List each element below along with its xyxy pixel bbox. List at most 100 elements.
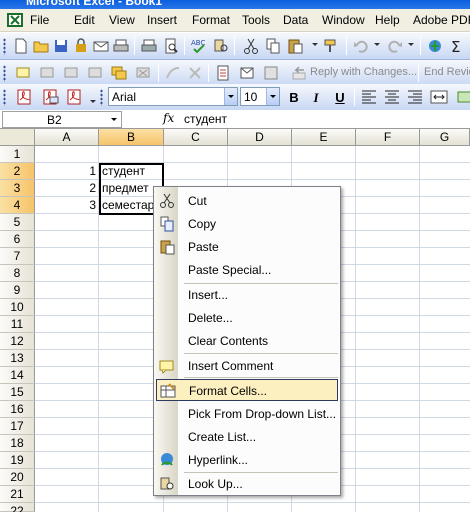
toolbar-grip[interactable]	[3, 38, 6, 55]
menu-data[interactable]: Data	[283, 13, 308, 27]
redo-dropdown-arrow[interactable]	[408, 43, 414, 46]
column-header-d[interactable]: D	[228, 129, 292, 146]
chevron-down-icon[interactable]	[266, 88, 279, 105]
new-comment-icon[interactable]	[14, 64, 32, 82]
cell-a4[interactable]: 3	[35, 197, 99, 214]
paste-dropdown-arrow[interactable]	[312, 43, 318, 46]
chevron-down-icon[interactable]	[107, 112, 121, 127]
insert-hyperlink-icon[interactable]	[426, 37, 444, 55]
menu-item-look-up[interactable]: Look Up...	[156, 473, 338, 495]
toolbar-grip[interactable]	[3, 89, 6, 106]
row-header-22[interactable]: 22	[0, 503, 35, 512]
reply-with-changes-icon[interactable]	[290, 64, 308, 82]
menu-item-paste-special[interactable]: Paste Special...	[156, 259, 338, 281]
row-header-3[interactable]: 3	[0, 180, 35, 197]
row-header-7[interactable]: 7	[0, 248, 35, 265]
paste-icon[interactable]	[286, 37, 304, 55]
end-review-button[interactable]: End Review	[424, 66, 470, 78]
menu-window[interactable]: Window	[322, 13, 365, 27]
row-header-13[interactable]: 13	[0, 350, 35, 367]
column-header-c[interactable]: C	[164, 129, 228, 146]
toolbar-options-arrow[interactable]	[90, 100, 96, 103]
menu-item-create-list[interactable]: Create List...	[156, 426, 338, 448]
spelling-icon[interactable]: ABC	[190, 37, 208, 55]
column-header-g[interactable]: G	[420, 129, 470, 146]
format-painter-icon[interactable]	[322, 37, 340, 55]
permission-icon[interactable]	[72, 37, 90, 55]
chevron-down-icon[interactable]	[224, 88, 237, 105]
track-changes-icon[interactable]	[164, 64, 182, 82]
previous-comment-icon[interactable]	[38, 64, 56, 82]
row-header-19[interactable]: 19	[0, 452, 35, 469]
new-document-icon[interactable]	[12, 37, 30, 55]
menu-file[interactable]: File	[30, 13, 49, 27]
excel-app-icon[interactable]	[6, 12, 24, 28]
copy-icon[interactable]	[264, 37, 282, 55]
row-header-14[interactable]: 14	[0, 367, 35, 384]
open-folder-icon[interactable]	[32, 37, 50, 55]
column-header-e[interactable]: E	[292, 129, 356, 146]
toolbar-grip[interactable]	[3, 65, 6, 82]
undo-icon[interactable]	[352, 37, 370, 55]
font-size-combo[interactable]: 10	[240, 87, 280, 106]
menu-item-cut[interactable]: Cut	[156, 190, 338, 212]
row-header-8[interactable]: 8	[0, 265, 35, 282]
autosum-icon[interactable]: Σ	[448, 37, 466, 55]
select-all-button[interactable]	[0, 129, 35, 146]
menu-insert[interactable]: Insert	[147, 13, 177, 27]
toolbar-grip[interactable]	[100, 89, 103, 106]
row-header-18[interactable]: 18	[0, 435, 35, 452]
pdf-email-icon[interactable]	[41, 88, 59, 106]
merge-and-center-icon[interactable]	[430, 88, 448, 106]
name-box[interactable]: B2	[2, 111, 122, 128]
row-header-21[interactable]: 21	[0, 486, 35, 503]
menu-view[interactable]: View	[109, 13, 135, 27]
row-header-9[interactable]: 9	[0, 282, 35, 299]
italic-button[interactable]: I	[306, 88, 326, 107]
row-header-17[interactable]: 17	[0, 418, 35, 435]
menu-item-paste[interactable]: Paste	[156, 236, 338, 258]
print-setup-icon[interactable]	[112, 37, 130, 55]
underline-button[interactable]: U	[330, 88, 350, 107]
column-header-b[interactable]: B	[99, 129, 164, 146]
menu-item-hyperlink[interactable]: Hyperlink...	[156, 449, 338, 471]
column-header-f[interactable]: F	[356, 129, 420, 146]
currency-style-icon[interactable]	[456, 88, 470, 106]
row-header-15[interactable]: 15	[0, 384, 35, 401]
row-header-12[interactable]: 12	[0, 333, 35, 350]
menu-item-format-cells[interactable]: Format Cells...	[156, 379, 338, 401]
reviewing-pane-icon[interactable]	[262, 64, 280, 82]
row-header-5[interactable]: 5	[0, 214, 35, 231]
align-right-icon[interactable]	[406, 88, 424, 106]
menu-tools[interactable]: Tools	[242, 13, 270, 27]
menu-format[interactable]: Format	[192, 13, 230, 27]
menu-help[interactable]: Help	[375, 13, 400, 27]
cell-a3[interactable]: 2	[35, 180, 99, 197]
menu-item-pick-from-list[interactable]: Pick From Drop-down List...	[156, 403, 338, 425]
show-comment-icon[interactable]	[86, 64, 104, 82]
row-header-20[interactable]: 20	[0, 469, 35, 486]
delete-comment-icon[interactable]	[134, 64, 152, 82]
menu-adobe-pdf[interactable]: Adobe PDF	[413, 13, 470, 27]
pdf-review-icon[interactable]	[65, 88, 83, 106]
print-preview-icon[interactable]	[162, 37, 180, 55]
menu-item-copy[interactable]: Copy	[156, 213, 338, 235]
accept-changes-icon[interactable]	[186, 64, 204, 82]
send-to-recipient-icon[interactable]	[238, 64, 256, 82]
research-icon[interactable]	[212, 37, 230, 55]
row-header-10[interactable]: 10	[0, 299, 35, 316]
row-header-4[interactable]: 4	[0, 197, 35, 214]
bold-button[interactable]: B	[284, 88, 304, 107]
email-icon[interactable]	[92, 37, 110, 55]
row-header-11[interactable]: 11	[0, 316, 35, 333]
redo-icon[interactable]	[386, 37, 404, 55]
menu-item-clear-contents[interactable]: Clear Contents	[156, 330, 338, 352]
row-header-2[interactable]: 2	[0, 163, 35, 180]
cell-a2[interactable]: 1	[35, 163, 99, 180]
menu-item-insert-comment[interactable]: Insert Comment	[156, 355, 338, 377]
font-name-combo[interactable]: Arial	[108, 87, 238, 106]
row-header-1[interactable]: 1	[0, 146, 35, 163]
formula-input[interactable]: студент	[184, 112, 227, 126]
column-header-a[interactable]: A	[35, 129, 99, 146]
menu-item-delete[interactable]: Delete...	[156, 307, 338, 329]
